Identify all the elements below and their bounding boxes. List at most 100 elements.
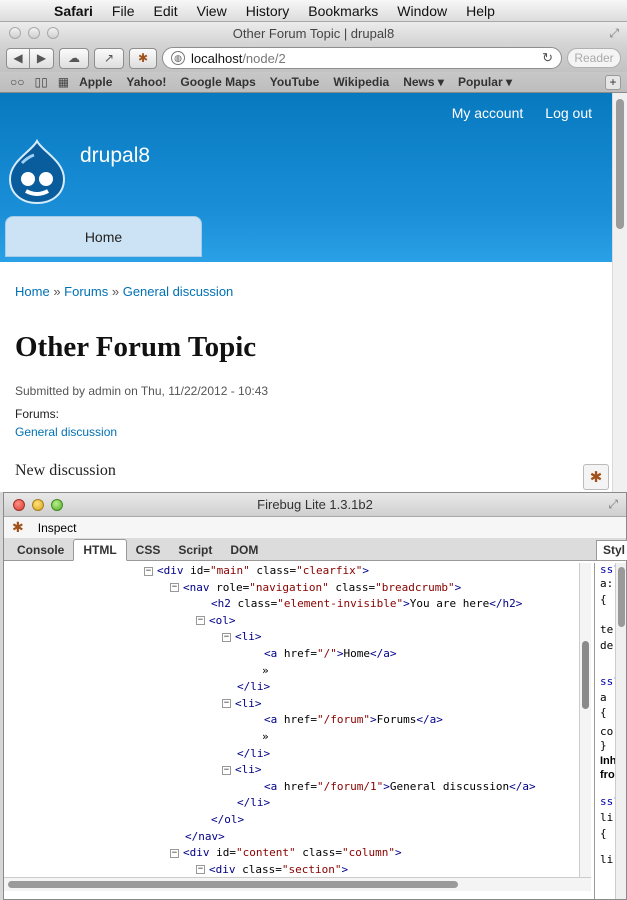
safari-toolbar: ◀ ▶ ☁ ↗ ✱ ◍ localhost/node/2 ↻ Reader [0, 44, 627, 72]
expand-toggle-icon[interactable]: − [170, 848, 179, 858]
inspect-button[interactable]: Inspect [38, 521, 77, 535]
fullscreen-icon[interactable]: ⤢ [609, 26, 619, 41]
address-bar[interactable]: ◍ localhost/node/2 ↻ [162, 47, 562, 69]
page-scrollbar-thumb[interactable] [616, 99, 624, 229]
menu-view[interactable]: View [197, 3, 227, 19]
dom-tree-node[interactable]: </nav> [185, 829, 225, 845]
page-scrollbar[interactable] [612, 93, 627, 492]
tab-dom[interactable]: DOM [221, 540, 267, 560]
expand-toggle-icon[interactable]: − [222, 765, 231, 775]
reader-button[interactable]: Reader [567, 48, 621, 68]
top-sites-grid-icon[interactable]: ▦ [58, 75, 69, 89]
dom-tree-node[interactable]: </ol> [211, 812, 244, 828]
submitted-info: Submitted by admin on Thu, 11/22/2012 - … [15, 384, 269, 398]
breadcrumb-home-link[interactable]: Home [15, 284, 50, 299]
dom-tree-node[interactable]: − <div id="content" class="column"> [170, 845, 402, 861]
icloud-tabs-button[interactable]: ☁ [59, 47, 89, 69]
dom-tree-node[interactable]: <a href="/">Home</a> [264, 646, 397, 662]
dom-tree-node[interactable]: − <nav role="navigation" class="breadcrum… [170, 580, 461, 596]
tab-style[interactable]: Styl [596, 540, 627, 560]
bookmark-yahoo[interactable]: Yahoo! [126, 75, 166, 89]
safari-window: Other Forum Topic | drupal8 ⤢ ◀ ▶ ☁ ↗ ✱ … [0, 22, 627, 492]
html-pane-hscrollbar[interactable] [4, 877, 591, 891]
firebug-fullscreen-icon[interactable]: ⤢ [608, 497, 618, 512]
html-tree-pane: − <div id="main" class="clearfix"> − <nav r… [4, 563, 579, 877]
reload-icon[interactable]: ↻ [542, 50, 553, 66]
style-rule-fragment: { [600, 827, 607, 840]
dom-tree-node[interactable]: − <div id="main" class="clearfix"> [144, 563, 369, 579]
bookmark-news-folder[interactable]: News ▾ [403, 75, 444, 89]
tab-console[interactable]: Console [8, 540, 73, 560]
html-pane-vscrollbar[interactable] [579, 563, 591, 877]
menu-app-name[interactable]: Safari [54, 3, 93, 19]
bookmark-youtube[interactable]: YouTube [270, 75, 320, 89]
my-account-link[interactable]: My account [452, 105, 524, 121]
firebug-titlebar: Firebug Lite 1.3.1b2 ⤢ [4, 493, 626, 517]
globe-icon: ◍ [171, 51, 185, 65]
dom-tree-node[interactable]: » [262, 729, 269, 745]
style-pane-vscrollbar[interactable] [615, 563, 626, 899]
main-menu-home-tab[interactable]: Home [5, 216, 202, 257]
dom-tree-node[interactable]: − <ol> [196, 613, 236, 629]
dom-tree-node[interactable]: </li> [237, 746, 270, 762]
page-title: Other Forum Topic [15, 331, 257, 363]
bookmark-wikipedia[interactable]: Wikipedia [333, 75, 389, 89]
forward-button[interactable]: ▶ [30, 47, 54, 69]
dom-tree-node[interactable]: » [262, 663, 269, 679]
style-rule-fragment: fro [600, 769, 615, 781]
dom-tree-node[interactable]: </li> [237, 679, 270, 695]
html-pane-vscroll-thumb[interactable] [582, 641, 589, 709]
safari-titlebar: Other Forum Topic | drupal8 ⤢ [0, 22, 627, 44]
dom-tree-node[interactable]: − <li> [222, 696, 262, 712]
menu-history[interactable]: History [246, 3, 290, 19]
bookmark-google-maps[interactable]: Google Maps [180, 75, 255, 89]
dom-tree-node[interactable]: <a href="/forum/1">General discussion</a… [264, 779, 536, 795]
expand-toggle-icon[interactable]: − [196, 616, 205, 626]
dom-tree-node[interactable]: </li> [237, 795, 270, 811]
firebug-tabs: Console HTML CSS Script DOM Styl [4, 539, 627, 561]
bookmark-popular-folder[interactable]: Popular ▾ [458, 75, 512, 89]
dom-tree-node[interactable]: − <li> [222, 629, 262, 645]
reading-list-icon[interactable]: ○○ [10, 75, 25, 89]
expand-toggle-icon[interactable]: − [222, 632, 231, 642]
breadcrumb-forums-link[interactable]: Forums [64, 284, 108, 299]
site-name[interactable]: drupal8 [80, 144, 150, 168]
menu-help[interactable]: Help [466, 3, 495, 19]
breadcrumb: Home » Forums » General discussion [15, 284, 233, 299]
expand-toggle-icon[interactable]: − [196, 865, 205, 875]
log-out-link[interactable]: Log out [545, 105, 592, 121]
mac-menubar: Safari File Edit View History Bookmarks … [0, 0, 627, 22]
tab-script[interactable]: Script [169, 540, 221, 560]
bookmarks-book-icon[interactable]: ▯▯ [35, 75, 48, 89]
breadcrumb-general-discussion-link[interactable]: General discussion [123, 284, 234, 299]
menu-file[interactable]: File [112, 3, 135, 19]
style-rule-fragment: co [600, 725, 614, 738]
style-pane-vscroll-thumb[interactable] [618, 567, 625, 627]
dom-tree-node[interactable]: − <li> [222, 762, 262, 778]
html-pane-hscroll-thumb[interactable] [8, 881, 458, 888]
expand-toggle-icon[interactable]: − [170, 583, 179, 593]
menu-edit[interactable]: Edit [153, 3, 177, 19]
firebug-bug-icon[interactable]: ✱ [12, 519, 24, 536]
firebug-extension-icon[interactable]: ✱ [129, 47, 157, 69]
expand-toggle-icon[interactable]: − [144, 566, 153, 576]
secondary-menu: My account Log out [452, 105, 592, 121]
style-rule-fragment: li [600, 853, 614, 866]
menu-bookmarks[interactable]: Bookmarks [308, 3, 378, 19]
tab-html[interactable]: HTML [73, 539, 127, 561]
dom-tree-node[interactable]: <h2 class="element-invisible">You are he… [211, 596, 522, 612]
bookmark-apple[interactable]: Apple [79, 75, 112, 89]
forums-field-link[interactable]: General discussion [15, 425, 117, 439]
expand-toggle-icon[interactable]: − [222, 699, 231, 709]
firebug-toggle-icon[interactable]: ✱ [583, 464, 609, 490]
menu-window[interactable]: Window [397, 3, 447, 19]
drupal-logo-icon[interactable] [8, 139, 66, 205]
tab-css[interactable]: CSS [127, 540, 170, 560]
new-tab-plus-icon[interactable]: + [605, 74, 621, 90]
share-button[interactable]: ↗ [94, 47, 124, 69]
style-rule-fragment: de [600, 639, 614, 652]
back-button[interactable]: ◀ [6, 47, 30, 69]
dom-tree-node[interactable]: <a href="/forum">Forums</a> [264, 712, 443, 728]
dom-tree-node[interactable]: − <div class="section"> [196, 862, 348, 877]
breadcrumb-separator: » [53, 284, 61, 299]
